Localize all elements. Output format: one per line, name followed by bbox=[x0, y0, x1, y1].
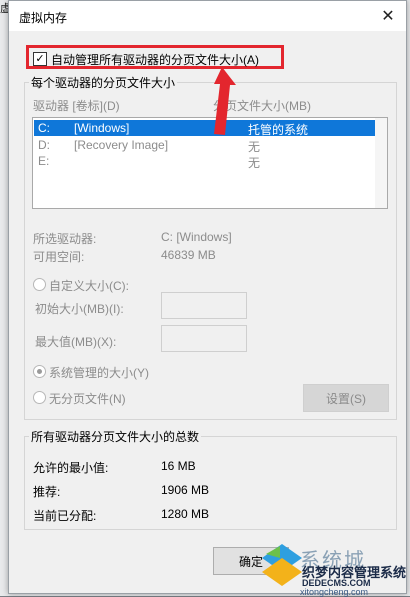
column-header-drive: 驱动器 [卷标](D) bbox=[33, 99, 120, 113]
recommended-value: 1906 MB bbox=[161, 483, 210, 497]
min-size-value: 16 MB bbox=[161, 459, 196, 473]
custom-size-label: 自定义大小(C): bbox=[49, 279, 129, 293]
max-size-label: 最大值(MB)(X): bbox=[35, 335, 117, 349]
max-size-input[interactable] bbox=[161, 325, 247, 352]
auto-manage-label: 自动管理所有驱动器的分页文件大小(A) bbox=[51, 52, 259, 67]
min-size-label: 允许的最小值: bbox=[33, 461, 109, 475]
set-button[interactable]: 设置(S) bbox=[303, 384, 389, 412]
ok-button-label: 确定 bbox=[238, 554, 263, 569]
close-icon[interactable]: ✕ bbox=[376, 5, 400, 27]
drive-list-scrollbar[interactable] bbox=[375, 118, 387, 208]
selected-drive-label: 所选驱动器: bbox=[33, 232, 97, 246]
recommended-label: 推荐: bbox=[33, 485, 61, 499]
current-allocated-label: 当前已分配: bbox=[33, 509, 97, 523]
system-managed-radio[interactable] bbox=[33, 365, 46, 378]
system-managed-label: 系统管理的大小(Y) bbox=[49, 366, 149, 380]
windows-logo-icon bbox=[262, 544, 302, 586]
auto-manage-checkbox[interactable]: ✓ 自动管理所有驱动器的分页文件大小(A) bbox=[33, 50, 281, 68]
virtual-memory-dialog: 虚拟内存 ✕ ✓ 自动管理所有驱动器的分页文件大小(A) 每个驱动器的分页文件大… bbox=[8, 0, 407, 594]
drive-size: 无 bbox=[248, 156, 261, 170]
drive-label: [Windows] bbox=[74, 121, 130, 135]
site-watermark: 系统城 织梦内容管理系统 DEDECMS.COM xitongcheng.com bbox=[262, 538, 410, 597]
per-drive-group-title: 每个驱动器的分页文件大小 bbox=[29, 74, 178, 91]
drive-list[interactable]: C: [Windows] 托管的系统 D: [Recovery Image] 无… bbox=[32, 117, 388, 209]
drive-row-d[interactable]: D: [Recovery Image] 无 bbox=[34, 137, 386, 154]
initial-size-input[interactable] bbox=[161, 292, 247, 319]
current-allocated-value: 1280 MB bbox=[161, 507, 210, 521]
free-space-value: 46839 MB bbox=[161, 248, 216, 262]
title-bar: 虚拟内存 ✕ bbox=[9, 1, 406, 31]
checkbox-checked-icon[interactable]: ✓ bbox=[33, 52, 47, 66]
initial-size-label: 初始大小(MB)(I): bbox=[35, 302, 124, 316]
column-header-size: 分页文件大小(MB) bbox=[213, 99, 311, 113]
no-paging-file-label: 无分页文件(N) bbox=[49, 392, 126, 406]
drive-letter: E: bbox=[38, 154, 50, 168]
totals-group-title: 所有驱动器分页文件大小的总数 bbox=[29, 428, 202, 445]
drive-row-e[interactable]: E: 无 bbox=[34, 153, 386, 170]
drive-row-c[interactable]: C: [Windows] 托管的系统 bbox=[34, 120, 386, 137]
custom-size-radio[interactable] bbox=[33, 278, 46, 291]
no-paging-file-radio[interactable] bbox=[33, 391, 46, 404]
free-space-label: 可用空间: bbox=[33, 250, 85, 264]
dialog-title: 虚拟内存 bbox=[19, 11, 68, 25]
drive-size: 托管的系统 bbox=[248, 123, 309, 137]
selected-drive-value: C: [Windows] bbox=[161, 230, 232, 244]
drive-label: [Recovery Image] bbox=[74, 138, 169, 152]
drive-letter: C: bbox=[38, 121, 50, 135]
drive-letter: D: bbox=[38, 138, 50, 152]
